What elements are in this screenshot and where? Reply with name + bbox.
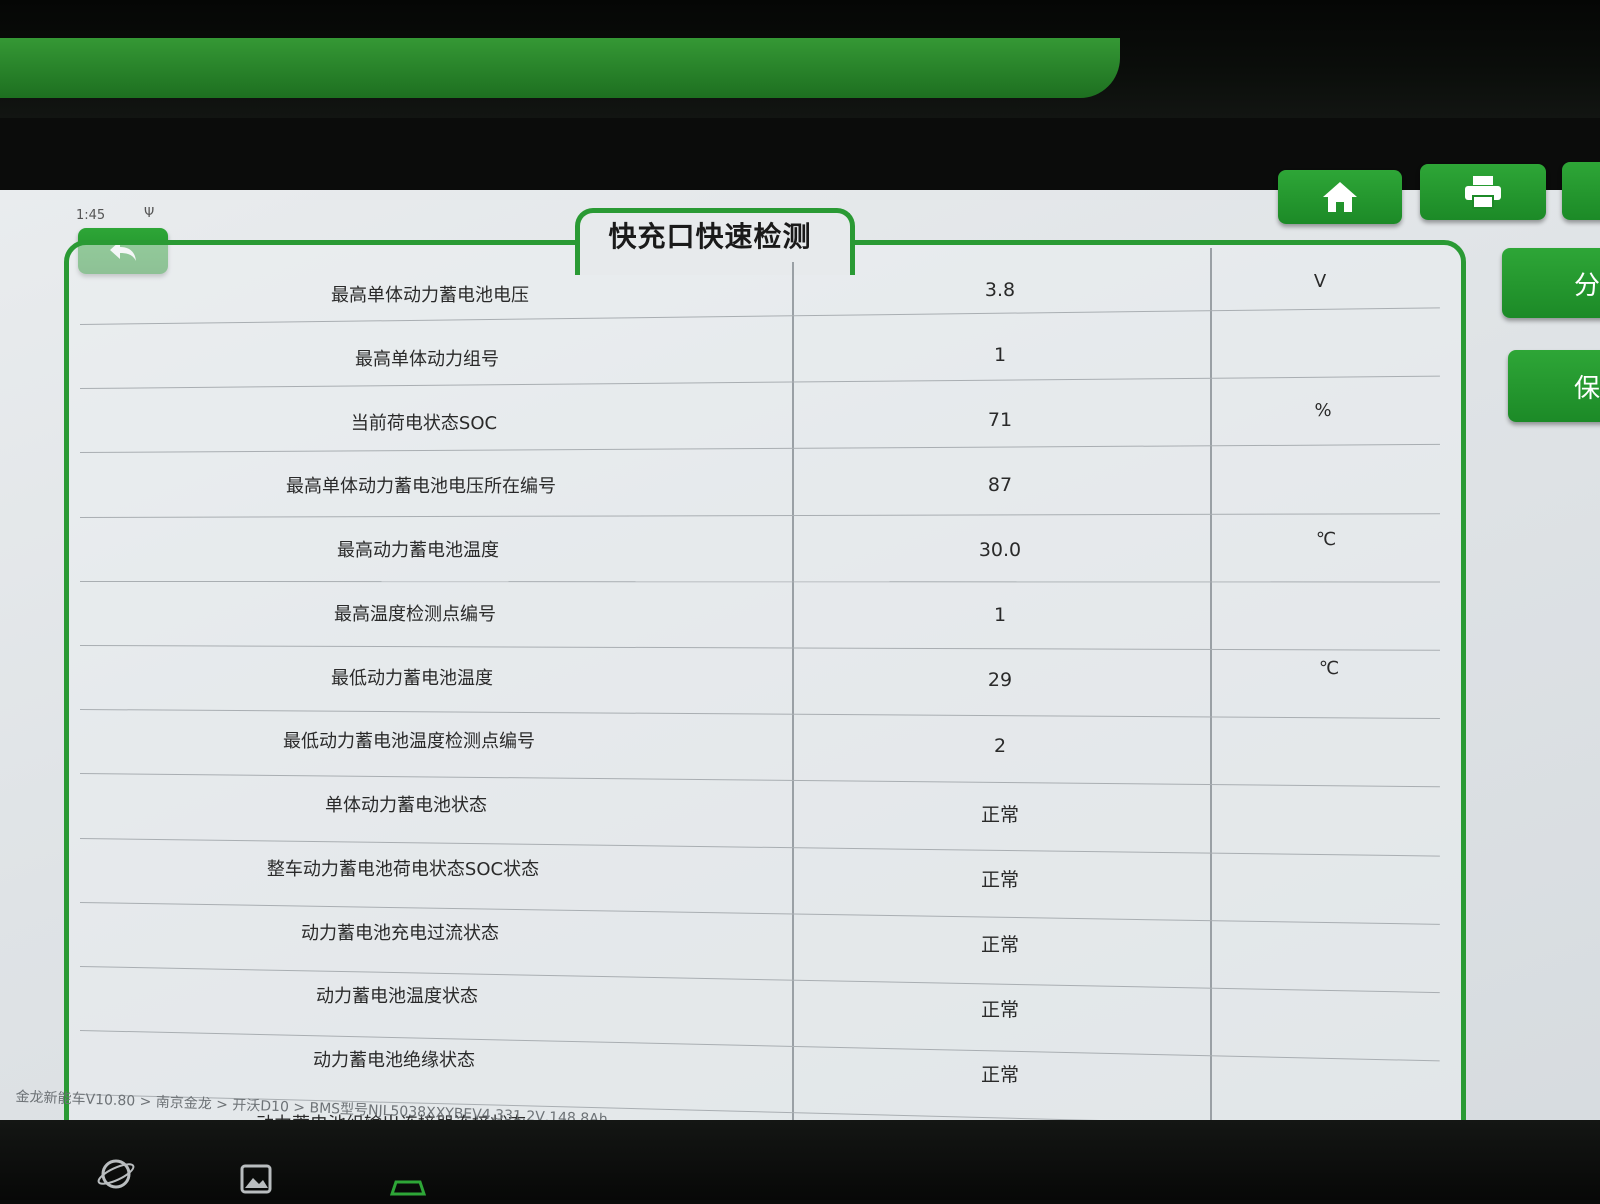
row-divider [79,580,1441,583]
printer-icon [1465,176,1501,209]
row-label: 最高动力蓄电池温度 [337,540,499,562]
print-button[interactable] [1420,164,1546,220]
row-unit: ℃ [1315,528,1337,550]
row-value: 71 [987,409,1013,432]
status-time: 1:45 [76,208,106,223]
row-value: 3.8 [984,279,1016,301]
side-button-analyze-label: 分 [1573,270,1600,301]
row-unit: % [1314,399,1332,421]
row-value: 1 [993,604,1007,627]
row-value: 2 [993,734,1007,757]
row-value: 正常 [980,1063,1020,1086]
row-label: 最高温度检测点编号 [334,603,496,625]
column-divider-1 [792,262,794,1132]
row-value: 正常 [980,933,1020,956]
usb-icon: Ψ [144,206,155,221]
row-unit: ℃ [1318,657,1340,679]
row-label: 最高单体动力蓄电池电压所在编号 [286,476,556,498]
row-value: 30.0 [978,539,1022,562]
row-value: 87 [987,474,1013,497]
gallery-icon[interactable] [240,1164,272,1198]
row-label: 整车动力蓄电池荷电状态SOC状态 [266,858,540,880]
row-label: 当前荷电状态SOC [350,412,498,434]
side-button-save-label: 保 [1573,373,1600,404]
column-divider-2 [1210,248,1212,1140]
row-unit: V [1313,271,1327,292]
row-label: 动力蓄电池绝缘状态 [313,1050,475,1072]
home-button[interactable] [1278,170,1402,224]
green-accent-strip [0,38,1120,98]
extra-top-button[interactable] [1562,162,1600,220]
row-label: 最低动力蓄电池温度检测点编号 [283,731,535,753]
row-label: 最低动力蓄电池温度 [331,667,493,689]
row-label: 单体动力蓄电池状态 [325,795,487,817]
row-label: 动力蓄电池温度状态 [316,986,478,1008]
browser-icon[interactable] [96,1156,136,1196]
row-value: 正常 [980,868,1020,891]
row-value: 正常 [980,998,1020,1021]
row-label: 最高单体动力组号 [355,348,499,370]
page-title: 快充口快速检测 [608,220,812,253]
side-button-analyze[interactable]: 分 [1502,248,1600,318]
home-icon [1323,182,1357,212]
row-value: 正常 [980,803,1020,826]
row-value: 29 [987,669,1013,692]
row-label: 动力蓄电池充电过流状态 [301,922,499,944]
row-value: 1 [993,344,1007,367]
side-button-save[interactable]: 保 [1508,350,1600,422]
row-label: 最高单体动力蓄电池电压 [331,285,529,306]
